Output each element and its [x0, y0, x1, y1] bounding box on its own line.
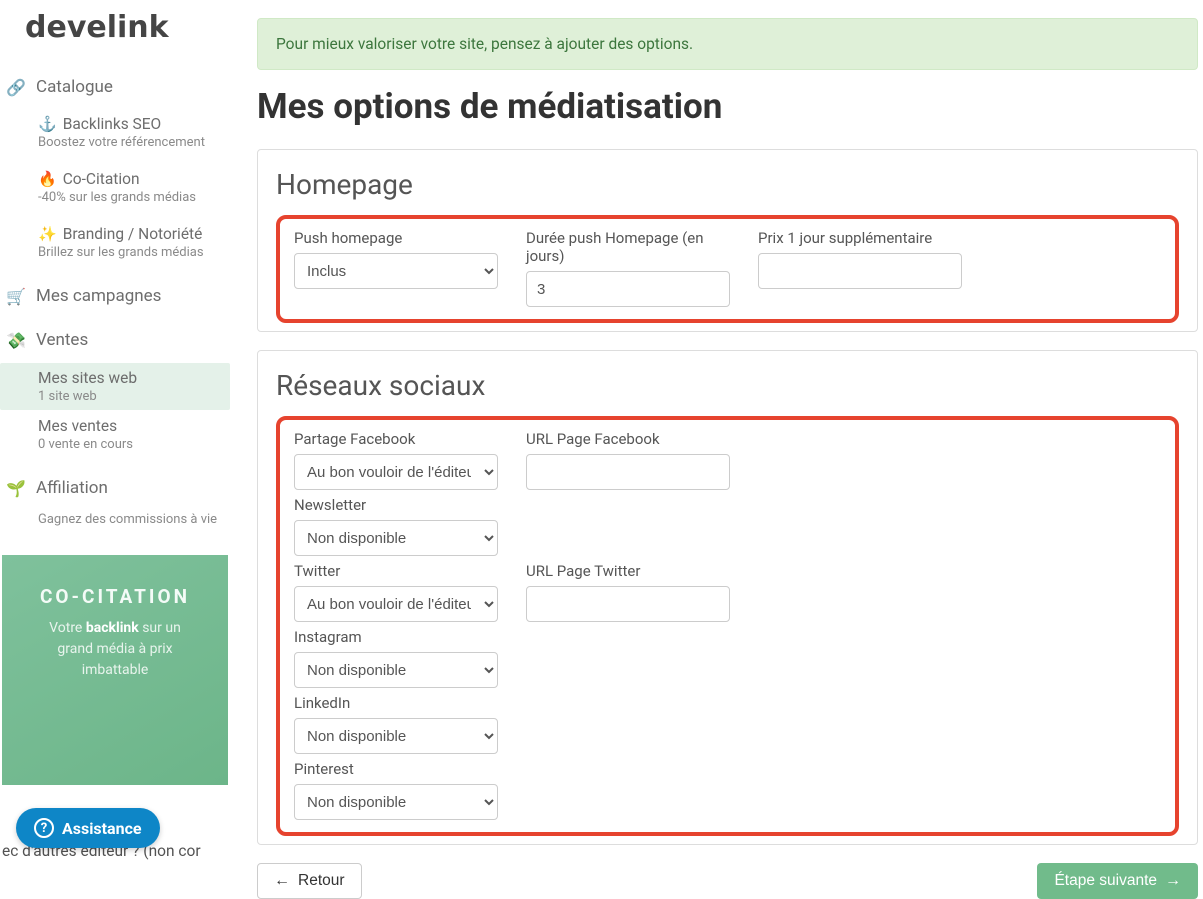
nav-desc: Brillez sur les grands médias: [38, 245, 220, 260]
fb-select[interactable]: Au bon vouloir de l'éditeur: [294, 454, 498, 490]
duree-input[interactable]: [526, 271, 730, 307]
arrow-left-icon: ←: [274, 872, 290, 890]
duree-label: Durée push Homepage (en jours): [526, 229, 730, 265]
nav-mes-sites[interactable]: Mes sites web 1 site web: [0, 363, 230, 410]
arrow-right-icon: →: [1165, 872, 1181, 890]
footer-actions: ← Retour Étape suivante →: [257, 863, 1198, 899]
tw-select[interactable]: Au bon vouloir de l'éditeur: [294, 586, 498, 622]
nav-affiliation-desc: Gagnez des commissions à vie: [0, 512, 230, 541]
nav-desc: 0 vente en cours: [38, 437, 220, 452]
nav-desc: -40% sur les grands médias: [38, 190, 220, 205]
push-homepage-select[interactable]: Inclus: [294, 253, 498, 289]
sprout-icon: 🌱: [6, 479, 26, 498]
sparkle-icon: ✨: [38, 225, 57, 243]
money-icon: 💸: [6, 331, 26, 350]
nav-label: Catalogue: [36, 77, 113, 97]
tw-url-label: URL Page Twitter: [526, 562, 730, 580]
next-label: Étape suivante: [1054, 872, 1157, 890]
newsletter-select[interactable]: Non disponible: [294, 520, 498, 556]
back-button[interactable]: ← Retour: [257, 863, 362, 899]
highlight-social: Partage Facebook Au bon vouloir de l'édi…: [276, 416, 1179, 836]
page-title: Mes options de médiatisation: [257, 86, 1198, 127]
nav-backlinks[interactable]: ⚓Backlinks SEO Boostez votre référenceme…: [0, 109, 230, 164]
nav-catalogue[interactable]: 🔗 Catalogue: [0, 65, 230, 109]
fb-url-input[interactable]: [526, 454, 730, 490]
fb-url-label: URL Page Facebook: [526, 430, 730, 448]
nav-branding[interactable]: ✨Branding / Notoriété Brillez sur les gr…: [0, 219, 230, 274]
cart-icon: 🛒: [6, 287, 26, 306]
question-icon: ?: [34, 818, 54, 838]
pn-select[interactable]: Non disponible: [294, 784, 498, 820]
nav-ventes[interactable]: 💸 Ventes: [0, 318, 230, 362]
tw-label: Twitter: [294, 562, 498, 580]
sidebar: develink 🔗 Catalogue ⚓Backlinks SEO Boos…: [0, 0, 230, 860]
assistance-button[interactable]: ? Assistance: [16, 808, 160, 848]
link-icon: 🔗: [6, 78, 26, 97]
nav-affiliation[interactable]: 🌱 Affiliation: [0, 466, 230, 510]
nav-mes-ventes[interactable]: Mes ventes 0 vente en cours: [0, 411, 230, 466]
nav-desc: Boostez votre référencement: [38, 135, 220, 150]
info-banner: Pour mieux valoriser votre site, pensez …: [257, 18, 1198, 70]
nav-label: Mes campagnes: [36, 286, 161, 306]
nav-mes-campagnes[interactable]: 🛒 Mes campagnes: [0, 274, 230, 318]
nav-cocitation[interactable]: 🔥Co-Citation -40% sur les grands médias: [0, 164, 230, 219]
prix-label: Prix 1 jour supplémentaire: [758, 229, 962, 247]
section-title: Homepage: [276, 168, 1179, 201]
promo-headline: CO-CITATION: [18, 585, 212, 608]
ig-select[interactable]: Non disponible: [294, 652, 498, 688]
pn-label: Pinterest: [294, 760, 498, 778]
back-label: Retour: [298, 872, 345, 890]
ig-label: Instagram: [294, 628, 498, 646]
brand-logo: develink: [0, 0, 230, 65]
next-button[interactable]: Étape suivante →: [1037, 863, 1198, 899]
li-select[interactable]: Non disponible: [294, 718, 498, 754]
promo-text: Votre backlink sur un grand média à prix…: [18, 618, 212, 681]
nav-label: Affiliation: [36, 478, 108, 498]
assistance-label: Assistance: [62, 819, 142, 838]
panel-social: Réseaux sociaux Partage Facebook Au bon …: [257, 350, 1198, 845]
highlight-homepage: Push homepage Inclus Durée push Homepage…: [276, 215, 1179, 323]
section-title: Réseaux sociaux: [276, 369, 1179, 402]
li-label: LinkedIn: [294, 694, 498, 712]
promo-banner[interactable]: CO-CITATION Votre backlink sur un grand …: [2, 555, 228, 785]
fire-icon: 🔥: [38, 170, 57, 188]
newsletter-label: Newsletter: [294, 496, 498, 514]
main-content: Pour mieux valoriser votre site, pensez …: [257, 0, 1203, 899]
prix-input[interactable]: [758, 253, 962, 289]
push-homepage-label: Push homepage: [294, 229, 498, 247]
tw-url-input[interactable]: [526, 586, 730, 622]
anchor-icon: ⚓: [38, 115, 57, 133]
nav-label: Ventes: [36, 330, 88, 350]
fb-label: Partage Facebook: [294, 430, 498, 448]
panel-homepage: Homepage Push homepage Inclus Durée push…: [257, 149, 1198, 332]
nav-desc: 1 site web: [38, 389, 220, 404]
brand-text: develink: [25, 10, 169, 45]
nav-desc: Gagnez des commissions à vie: [38, 512, 220, 527]
